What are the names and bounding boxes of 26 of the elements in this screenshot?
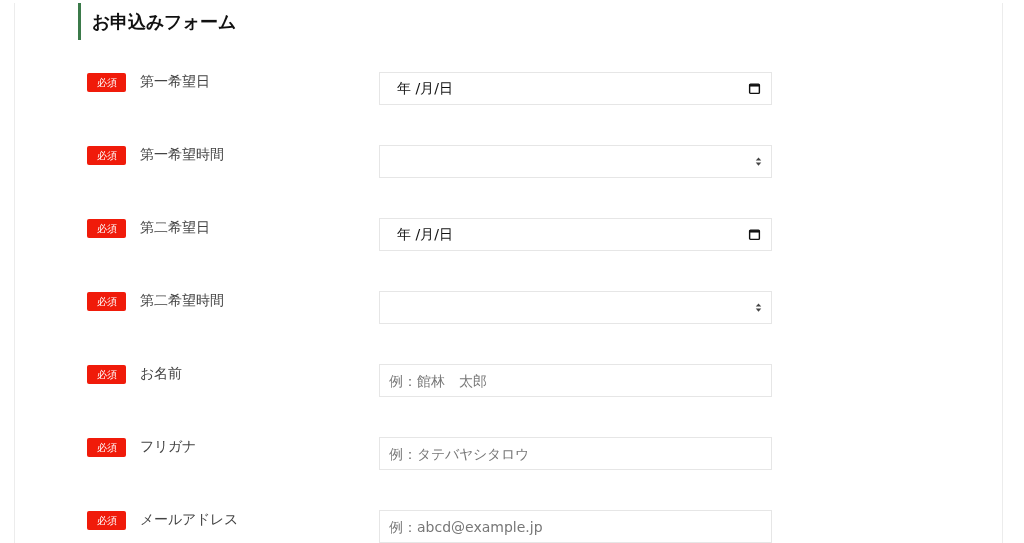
field-label: メールアドレス <box>140 510 239 529</box>
required-badge: 必須 <box>87 146 126 165</box>
date-field[interactable]: 年 /月/日 <box>379 218 772 251</box>
field-label: お名前 <box>140 364 183 383</box>
required-badge: 必須 <box>87 438 126 457</box>
updown-icon[interactable] <box>753 156 764 167</box>
input-field[interactable]: 例：タテバヤシタロウ <box>379 437 772 470</box>
field-label: フリガナ <box>140 437 197 456</box>
field-label: 第一希望時間 <box>140 145 225 164</box>
input-field[interactable]: 例：館林 太郎 <box>379 364 772 397</box>
required-badge: 必須 <box>87 511 126 530</box>
required-badge: 必須 <box>87 219 126 238</box>
select-field[interactable] <box>379 145 772 178</box>
calendar-icon[interactable] <box>748 228 761 241</box>
form-heading: お申込みフォーム <box>78 3 1002 40</box>
select-field[interactable] <box>379 291 772 324</box>
required-badge: 必須 <box>87 292 126 311</box>
input-field[interactable]: 例：abcd@example.jp <box>379 510 772 543</box>
field-label: 第二希望日 <box>140 218 211 237</box>
updown-icon[interactable] <box>753 302 764 313</box>
date-field[interactable]: 年 /月/日 <box>379 72 772 105</box>
calendar-icon[interactable] <box>748 82 761 95</box>
required-badge: 必須 <box>87 73 126 92</box>
field-label: 第二希望時間 <box>140 291 225 310</box>
field-label: 第一希望日 <box>140 72 211 91</box>
required-badge: 必須 <box>87 365 126 384</box>
